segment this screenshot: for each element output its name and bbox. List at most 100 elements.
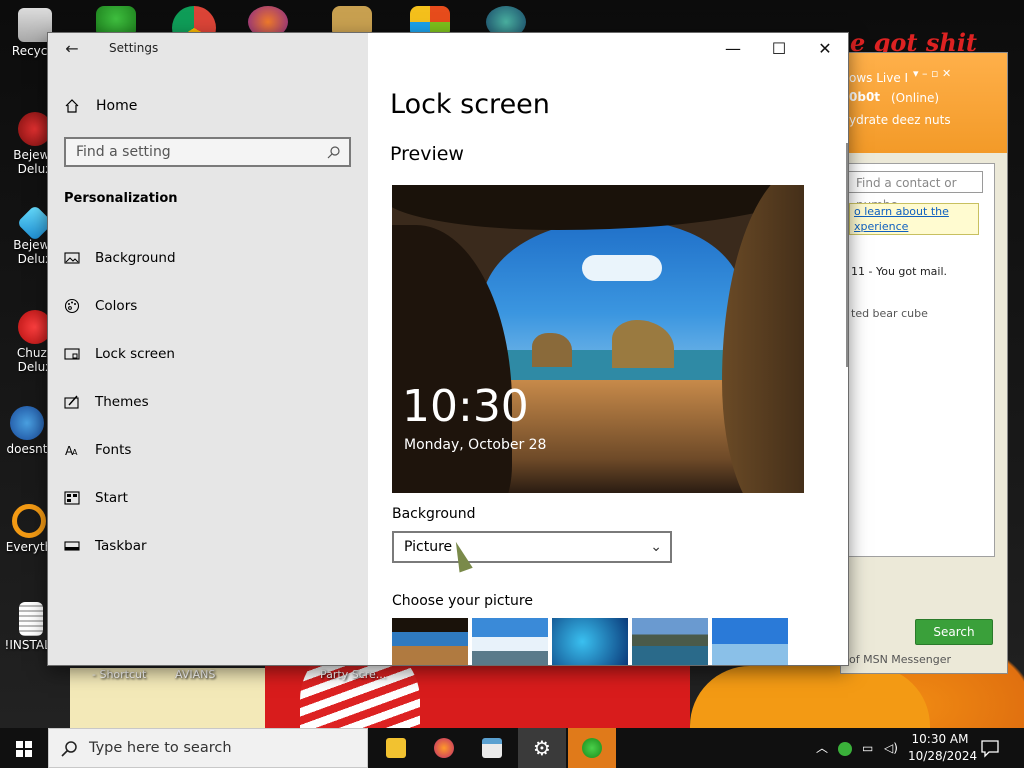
install-icon [19, 602, 43, 636]
sidebar-item-taskbar[interactable]: Taskbar [64, 535, 147, 557]
messenger-info-link[interactable]: o learn about the xperience [849, 203, 979, 235]
section-title: Personalization [64, 191, 178, 206]
brush-icon [64, 395, 79, 409]
picture-thumbnail[interactable] [472, 618, 548, 665]
title-bar: ← Settings [48, 33, 368, 65]
preview-cave [722, 185, 804, 493]
background-dropdown[interactable]: Picture ⌄ [392, 531, 672, 563]
doesnt-icon [10, 406, 44, 440]
sidebar-item-label: Lock screen [95, 346, 175, 362]
find-setting-placeholder: Find a setting [76, 144, 171, 160]
messenger-username[interactable]: 0b0t [849, 90, 880, 104]
desktop-icon-label[interactable]: AVIANS [175, 668, 215, 681]
preview-time: 10:30 [402, 381, 529, 432]
taskbar-app-settings[interactable]: ⚙ [518, 728, 566, 768]
picture-thumbnail[interactable] [632, 618, 708, 665]
taskbar: Type here to search ⚙ ︿ ▭ ◁) 10:30 AM 10… [0, 728, 1024, 768]
preview-heading: Preview [390, 143, 464, 165]
sidebar-item-label: Start [95, 490, 128, 506]
recycle-bin-icon [18, 8, 52, 42]
messenger-title: ows Live I [849, 71, 909, 85]
picture-thumbnail[interactable] [552, 618, 628, 665]
messenger-footer: of MSN Messenger [849, 653, 952, 666]
maximize-icon[interactable]: ☐ [756, 33, 802, 65]
messenger-search-button[interactable]: Search [915, 619, 993, 645]
sidebar-item-background[interactable]: Background [64, 247, 176, 269]
svg-text:A: A [72, 448, 78, 457]
picture-thumbnail[interactable] [712, 618, 788, 665]
home-label: Home [96, 98, 138, 114]
taskbar-app-notepad[interactable] [468, 728, 516, 768]
font-icon: AA [65, 444, 78, 458]
sidebar-item-label: Taskbar [95, 538, 147, 554]
windows-logo-icon [16, 741, 32, 757]
chevron-up-icon[interactable]: ︿ [816, 728, 828, 768]
tray-messenger-icon[interactable] [838, 728, 856, 768]
sidebar-item-lock-screen[interactable]: Lock screen [64, 343, 175, 365]
sidebar-item-label: Fonts [95, 442, 132, 458]
messenger-find-contact-input[interactable]: Find a contact or numbe [847, 171, 983, 212]
taskbar-search-placeholder: Type here to search [89, 740, 232, 756]
lock-screen-preview: 10:30 Monday, October 28 [392, 185, 804, 493]
scrollbar[interactable] [846, 143, 848, 367]
start-icon [64, 491, 80, 505]
window-title: Settings [109, 41, 159, 55]
messenger-contact-item[interactable]: ted bear cube [851, 307, 928, 320]
settings-window: ← Settings Home Find a setting Personali… [48, 33, 848, 665]
settings-icon: ⚙ [533, 736, 551, 760]
sidebar-item-label: Background [95, 250, 176, 266]
close-icon[interactable]: ✕ [802, 33, 848, 65]
back-arrow-icon[interactable]: ← [62, 39, 82, 59]
network-icon[interactable]: ▭ [862, 728, 873, 768]
desktop-icon-label: doesnt [6, 442, 48, 456]
sidebar-item-label: Colors [95, 298, 138, 314]
find-setting-input[interactable]: Find a setting [64, 137, 351, 167]
preview-rock [532, 333, 572, 367]
file-explorer-icon [386, 738, 406, 758]
sidebar-item-colors[interactable]: Colors [64, 295, 137, 317]
home-icon [65, 99, 79, 113]
lock-screen-icon [64, 348, 80, 360]
messenger-window-controls[interactable]: ▾ – ▫ ✕ [913, 67, 951, 80]
taskbar-search-box[interactable]: Type here to search [48, 728, 368, 768]
picture-icon [64, 252, 80, 264]
taskbar-app-file-explorer[interactable] [372, 728, 420, 768]
desktop: e got shit Recycle Bejewe Delux Bejewe D… [0, 0, 1024, 728]
desktop-icon-label[interactable]: Party Scre... [320, 668, 386, 681]
msn-messenger-icon [582, 738, 602, 758]
messenger-mail-item[interactable]: 11 - You got mail. [851, 265, 947, 278]
search-icon [327, 146, 340, 159]
messenger-personal-message[interactable]: ydrate deez nuts [849, 113, 951, 127]
background-label: Background [392, 506, 476, 522]
clock-date: 10/28/2024 [908, 749, 978, 763]
notification-icon[interactable] [980, 738, 1000, 758]
start-button[interactable] [0, 728, 48, 768]
home-nav-item[interactable]: Home [64, 95, 137, 117]
page-title: Lock screen [390, 89, 550, 120]
taskbar-app-firefox[interactable] [420, 728, 468, 768]
messenger-status[interactable]: (Online) [891, 91, 939, 105]
volume-icon[interactable]: ◁) [884, 728, 898, 768]
palette-icon [64, 298, 80, 314]
preview-cave [392, 185, 804, 230]
background-dropdown-value: Picture [404, 539, 453, 555]
desktop-icon-label[interactable]: - Shortcut [92, 668, 146, 681]
desktop-icon-label: Everyth [5, 540, 53, 554]
chuzzle-deluxe-icon [18, 310, 52, 344]
taskbar-app-msn-messenger[interactable] [568, 728, 616, 768]
search-icon [61, 741, 77, 757]
everything-icon [12, 504, 46, 538]
settings-content: — ☐ ✕ Lock screen Preview 10:30 Monday, … [368, 33, 848, 665]
taskbar-icon [64, 541, 80, 551]
minimize-icon[interactable]: — [710, 33, 756, 65]
sidebar-item-label: Themes [95, 394, 149, 410]
sidebar-item-themes[interactable]: Themes [64, 391, 149, 413]
sidebar-item-fonts[interactable]: AA Fonts [64, 439, 131, 461]
wallpaper-pumpkin-shape [690, 666, 930, 728]
sidebar-item-start[interactable]: Start [64, 487, 128, 509]
chevron-down-icon: ⌄ [650, 539, 662, 555]
settings-sidebar: ← Settings Home Find a setting Personali… [48, 33, 368, 665]
taskbar-clock[interactable]: 10:30 AM 10/28/2024 [908, 731, 978, 765]
messenger-window: ows Live I ▾ – ▫ ✕ 0b0t (Online) ydrate … [840, 52, 1008, 674]
picture-thumbnail[interactable] [392, 618, 468, 665]
